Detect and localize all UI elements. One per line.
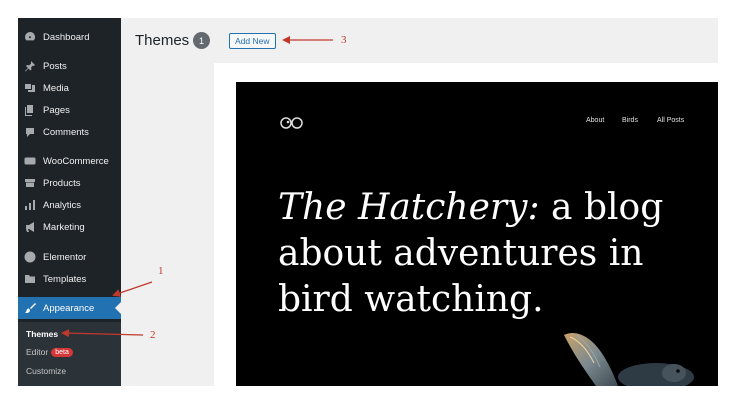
sidebar-item-label: Analytics bbox=[43, 199, 82, 211]
submenu-item-themes[interactable]: Themes bbox=[26, 329, 58, 339]
theme-count-badge: 1 bbox=[193, 32, 210, 49]
logo-icon bbox=[280, 117, 303, 129]
submenu-item-customize[interactable]: Customize bbox=[26, 366, 66, 376]
paintbrush-icon bbox=[23, 302, 36, 315]
nav-link-about: About bbox=[586, 117, 605, 124]
sidebar-item-label: Pages bbox=[43, 104, 70, 116]
pages-icon bbox=[23, 104, 36, 117]
megaphone-icon bbox=[23, 221, 36, 234]
annotation-number-2: 2 bbox=[150, 329, 156, 341]
submenu-item-label: Editor bbox=[26, 347, 49, 357]
sidebar-item-marketing[interactable]: Marketing bbox=[18, 216, 121, 238]
add-new-button[interactable]: Add New bbox=[229, 33, 276, 49]
nav-link-birds: Birds bbox=[622, 117, 638, 124]
theme-screenshot[interactable]: About Birds All Posts The Hatchery: a bl… bbox=[236, 82, 718, 386]
sidebar-item-appearance[interactable]: Appearance bbox=[18, 297, 121, 319]
hero-headline: The Hatchery: a blog about adventures in… bbox=[278, 185, 698, 323]
page-title: Themes bbox=[135, 32, 190, 49]
sidebar-item-label: Dashboard bbox=[43, 31, 90, 43]
sidebar-item-label: Appearance bbox=[43, 302, 95, 314]
sidebar-item-dashboard[interactable]: Dashboard bbox=[18, 26, 121, 48]
folder-icon bbox=[23, 273, 36, 286]
media-icon bbox=[23, 82, 36, 95]
sidebar-item-label: Media bbox=[43, 82, 69, 94]
sidebar-item-label: Elementor bbox=[43, 251, 87, 263]
sidebar-item-products[interactable]: Products bbox=[18, 172, 121, 194]
sidebar-item-elementor[interactable]: Elementor bbox=[18, 246, 121, 268]
main-content: Themes 1 Add New About Birds All Posts T… bbox=[121, 18, 718, 386]
bird-image bbox=[564, 332, 694, 386]
sidebar-item-label: Posts bbox=[43, 60, 67, 72]
sidebar-item-analytics[interactable]: Analytics bbox=[18, 194, 121, 216]
sidebar-item-comments[interactable]: Comments bbox=[18, 121, 121, 143]
sidebar-item-templates[interactable]: Templates bbox=[18, 268, 121, 290]
sidebar-item-posts[interactable]: Posts bbox=[18, 55, 121, 77]
pin-icon bbox=[23, 60, 36, 73]
theme-card[interactable]: About Birds All Posts The Hatchery: a bl… bbox=[214, 63, 718, 386]
sidebar-item-woocommerce[interactable]: WooCommerce bbox=[18, 150, 121, 172]
nav-link-all-posts: All Posts bbox=[657, 117, 685, 124]
dashboard-icon bbox=[23, 31, 36, 44]
archive-icon bbox=[23, 177, 36, 190]
annotation-number-3: 3 bbox=[341, 34, 347, 46]
sidebar-item-label: Products bbox=[43, 177, 81, 189]
woocommerce-icon bbox=[23, 155, 36, 168]
sidebar-item-pages[interactable]: Pages bbox=[18, 99, 121, 121]
admin-sidebar: Dashboard Posts Media Pages Comments Woo… bbox=[18, 18, 121, 386]
sidebar-item-media[interactable]: Media bbox=[18, 77, 121, 99]
sidebar-item-label: WooCommerce bbox=[43, 155, 109, 167]
comment-icon bbox=[23, 126, 36, 139]
appearance-submenu: Themes Editor beta Customize bbox=[18, 322, 121, 386]
sidebar-item-label: Templates bbox=[43, 273, 87, 285]
annotation-number-1: 1 bbox=[158, 265, 164, 277]
beta-badge: beta bbox=[51, 348, 73, 358]
sidebar-item-label: Marketing bbox=[43, 221, 85, 233]
submenu-item-editor[interactable]: Editor beta bbox=[26, 347, 73, 358]
sidebar-item-label: Comments bbox=[43, 126, 89, 138]
bar-chart-icon bbox=[23, 199, 36, 212]
elementor-icon bbox=[23, 251, 36, 264]
hero-italic: The Hatchery: bbox=[278, 187, 540, 228]
